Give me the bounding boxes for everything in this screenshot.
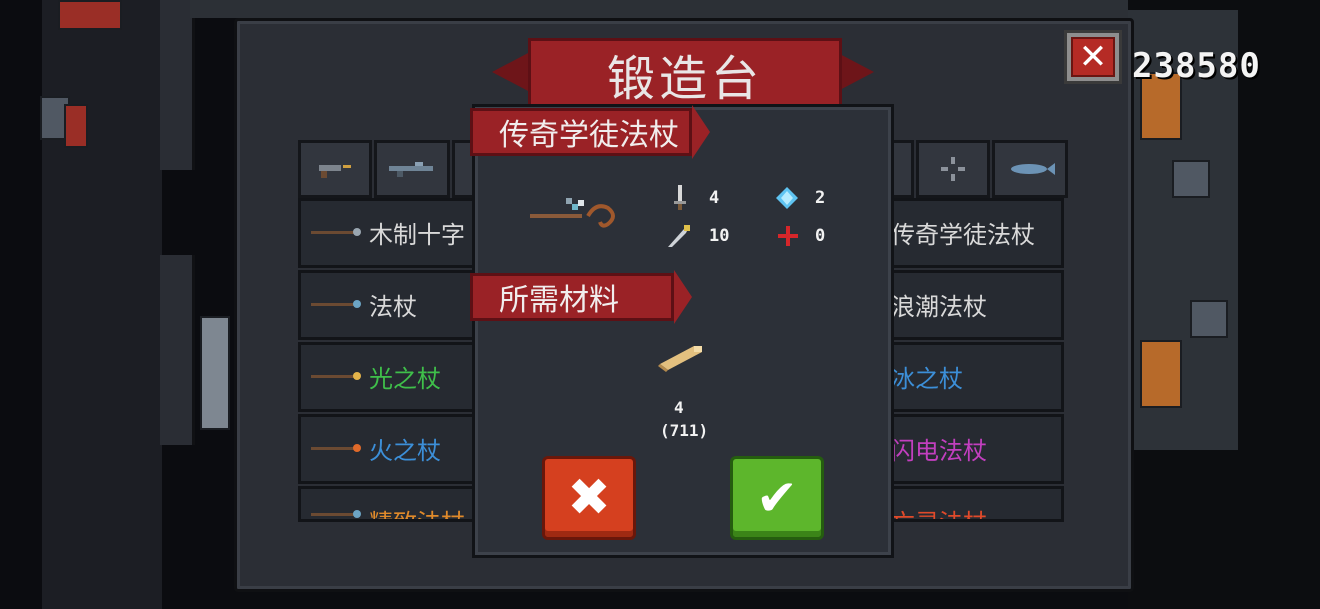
pistol-icon — [319, 165, 351, 178]
close-icon: ✕ — [1071, 37, 1115, 77]
checkmark-icon: ✔ — [756, 469, 798, 527]
cancel-button[interactable]: ✖ — [542, 456, 636, 540]
staff-icon — [311, 372, 361, 380]
weapon-name: 木制十字 — [369, 221, 465, 249]
gem-count: 238580 — [1132, 46, 1261, 86]
staff-icon — [311, 228, 361, 236]
rifle-icon — [389, 162, 433, 177]
staff-icon — [311, 444, 361, 452]
fish-weapon-icon — [1011, 163, 1055, 175]
banner-ribbon-left — [492, 52, 530, 92]
weapon-name: 冰之杖 — [891, 365, 963, 393]
forge-title: 锻造台 — [606, 51, 763, 107]
game-background-top — [190, 0, 1130, 18]
selected-weapon-name: 传奇学徒法杖 — [499, 118, 679, 153]
crate-prop — [1190, 300, 1228, 338]
tab-crosshair[interactable] — [916, 140, 990, 198]
tab-rifle[interactable] — [374, 140, 450, 198]
materials-heading: 所需材料 — [499, 283, 619, 318]
material-owned: (711) — [660, 421, 709, 440]
weapon-name: 精致法杖 — [369, 503, 465, 519]
material-required: 4 — [674, 398, 684, 417]
crit-value: 10 — [709, 226, 730, 246]
gas-tank-prop — [200, 316, 230, 430]
weapon-name: 法杖 — [369, 293, 417, 321]
banner-tail — [674, 270, 692, 324]
attack-value: 4 — [709, 188, 720, 208]
accuracy-value: 0 — [815, 226, 826, 246]
tab-fish[interactable] — [992, 140, 1068, 198]
materials-banner: 所需材料 — [470, 273, 674, 321]
energy-crystal-icon — [776, 187, 798, 209]
crosshair-icon — [941, 157, 965, 181]
banner-tail — [692, 105, 710, 159]
close-button[interactable]: ✕ — [1064, 30, 1122, 84]
weapon-name: 闪电法杖 — [891, 437, 987, 465]
chest-prop — [58, 0, 122, 30]
sword-icon — [674, 185, 686, 210]
npc-sprite — [64, 104, 88, 148]
accuracy-cross-icon — [778, 226, 798, 246]
wall-segment — [160, 0, 195, 170]
game-background-left — [42, 0, 162, 609]
wood-material-icon — [658, 346, 702, 372]
staff-icon — [311, 510, 361, 518]
cancel-icon: ✖ — [567, 468, 611, 528]
legendary-staff-icon — [530, 198, 615, 228]
weapon-detail-popup — [472, 104, 894, 558]
energy-cost-value: 2 — [815, 188, 826, 208]
weapon-name: 火之杖 — [369, 437, 441, 465]
wall-segment — [160, 255, 195, 445]
forge-title-banner: 锻造台 — [528, 38, 842, 110]
machine-prop — [1140, 340, 1182, 408]
crit-icon — [668, 225, 690, 247]
weapon-name: 亡灵法杖 — [891, 503, 987, 519]
weapon-name: 浪潮法杖 — [891, 293, 987, 321]
staff-icon — [311, 300, 361, 308]
confirm-forge-button[interactable]: ✔ — [730, 456, 824, 540]
tab-pistol[interactable] — [298, 140, 372, 198]
crate-prop — [1172, 160, 1210, 198]
weapon-name: 光之杖 — [369, 365, 441, 393]
weapon-name-banner: 传奇学徒法杖 — [470, 108, 692, 156]
weapon-name: 传奇学徒法杖 — [891, 221, 1035, 249]
